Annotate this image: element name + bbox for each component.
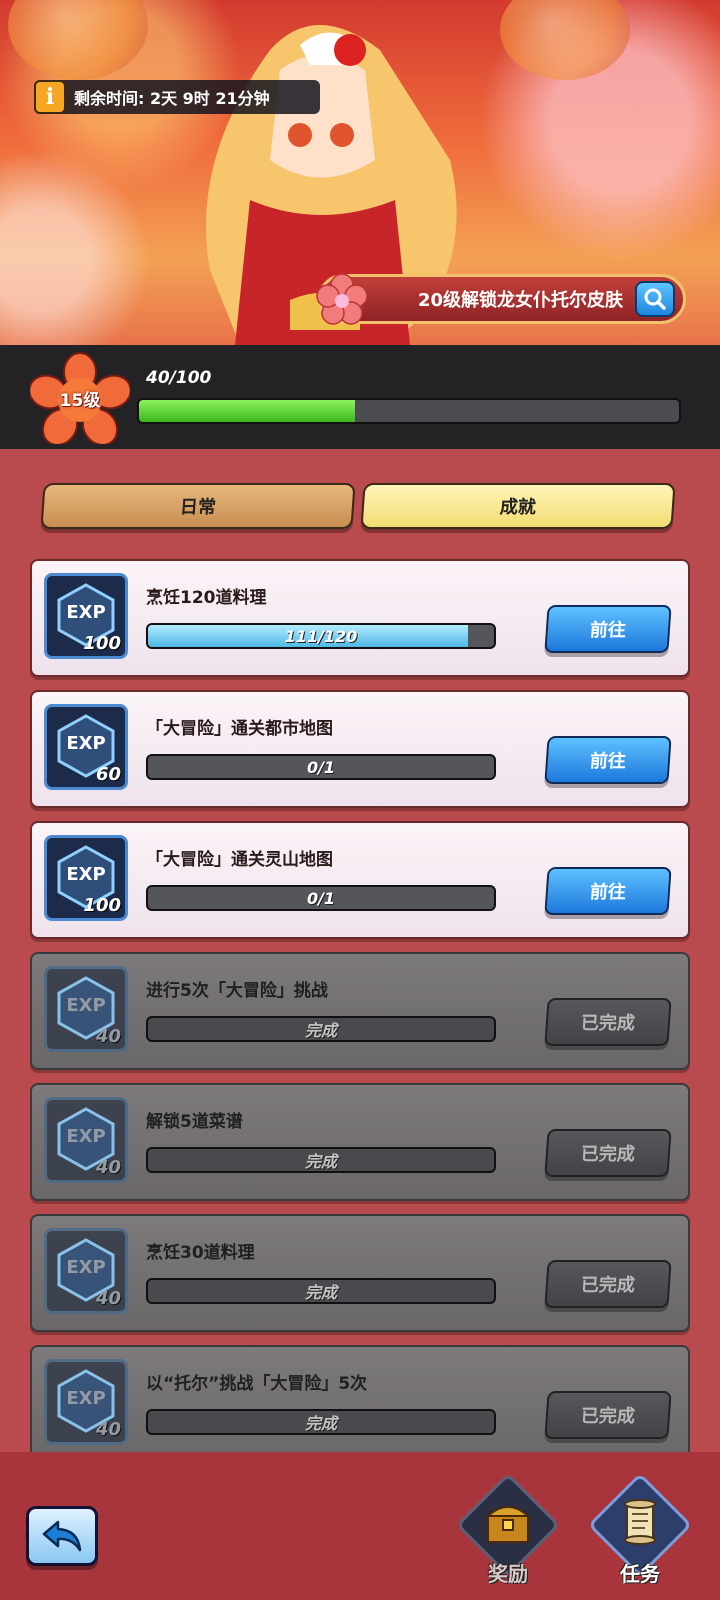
tab-daily[interactable]: 日常 <box>40 483 356 529</box>
task-title: 解锁5道菜谱 <box>146 1112 243 1132</box>
back-arrow-icon <box>42 1520 82 1552</box>
level-progress-bar <box>137 398 681 424</box>
exp-reward-icon: EXP 100 <box>44 573 128 659</box>
task-progress-bar: 完成 <box>146 1147 496 1173</box>
task-progress-text: 完成 <box>304 1414 337 1433</box>
exp-label: EXP <box>66 733 106 754</box>
completed-button: 已完成 <box>544 1391 672 1439</box>
exp-label: EXP <box>66 995 106 1016</box>
nav-rewards-label: 奖励 <box>488 1562 528 1586</box>
task-row: EXP 100 烹饪120道料理 111/120 前往 <box>30 559 690 677</box>
treasure-chest-icon <box>485 1506 531 1543</box>
back-button[interactable] <box>26 1506 98 1566</box>
task-tabs: 日常 成就 <box>40 483 678 531</box>
info-icon[interactable]: i <box>34 80 66 114</box>
task-progress-bar: 111/120 <box>146 623 496 649</box>
nav-rewards[interactable]: 奖励 <box>453 1472 563 1600</box>
remaining-time-text: 剩余时间: 2天 9时 21分钟 <box>74 89 270 108</box>
exp-reward-icon: EXP 60 <box>44 704 128 790</box>
search-icon <box>644 288 666 310</box>
task-progress-text: 完成 <box>304 1152 337 1171</box>
task-progress-text: 111/120 <box>284 626 358 646</box>
tab-achievement[interactable]: 成就 <box>360 483 676 529</box>
exp-reward-icon: EXP 100 <box>44 835 128 921</box>
task-row: EXP 40 烹饪30道料理 完成 已完成 <box>30 1214 690 1332</box>
exp-reward-value: 40 <box>95 1288 121 1309</box>
go-button[interactable]: 前往 <box>544 605 672 653</box>
skin-unlock-banner: 20级解锁龙女仆托尔皮肤 <box>316 273 686 325</box>
task-title: 「大冒险」通关灵山地图 <box>146 850 333 870</box>
exp-label: EXP <box>66 602 106 623</box>
task-title: 「大冒险」通关都市地图 <box>146 719 333 739</box>
task-progress-text: 0/1 <box>306 888 336 908</box>
exp-reward-icon: EXP 40 <box>44 966 128 1052</box>
task-progress-bar: 完成 <box>146 1409 496 1435</box>
completed-button: 已完成 <box>544 1260 672 1308</box>
exp-count: 40/100 <box>146 368 212 388</box>
exp-reward-value: 100 <box>83 633 121 654</box>
task-progress-text: 0/1 <box>306 757 336 777</box>
exp-reward-icon: EXP 40 <box>44 1359 128 1445</box>
task-list[interactable]: EXP 100 烹饪120道料理 111/120 前往 EXP 60 「大冒险」… <box>30 559 690 1452</box>
nav-tasks[interactable]: 任务 <box>585 1472 695 1600</box>
task-progress-bar: 完成 <box>146 1016 496 1042</box>
task-progress-bar: 0/1 <box>146 754 496 780</box>
task-title: 进行5次「大冒险」挑战 <box>146 981 328 1001</box>
remaining-time: i 剩余时间: 2天 9时 21分钟 <box>34 80 320 114</box>
scroll-icon <box>624 1499 656 1545</box>
task-progress-bar: 完成 <box>146 1278 496 1304</box>
exp-reward-value: 40 <box>95 1026 121 1047</box>
lantern-decoration <box>500 0 630 80</box>
exp-reward-value: 100 <box>83 895 121 916</box>
task-progress-text: 完成 <box>304 1283 337 1302</box>
lantern-decoration <box>8 0 148 80</box>
go-button[interactable]: 前往 <box>544 736 672 784</box>
task-row: EXP 40 以“托尔”挑战「大冒险」5次 完成 已完成 <box>30 1345 690 1452</box>
exp-reward-value: 40 <box>95 1157 121 1178</box>
exp-label: EXP <box>66 1257 106 1278</box>
exp-reward-value: 40 <box>95 1419 121 1440</box>
task-row: EXP 100 「大冒险」通关灵山地图 0/1 前往 <box>30 821 690 939</box>
exp-label: EXP <box>66 1388 106 1409</box>
exp-reward-value: 60 <box>95 764 121 785</box>
task-row: EXP 60 「大冒险」通关都市地图 0/1 前往 <box>30 690 690 808</box>
task-progress-text: 完成 <box>304 1021 337 1040</box>
skin-unlock-text: 20级解锁龙女仆托尔皮肤 <box>417 290 623 311</box>
event-banner: i 剩余时间: 2天 9时 21分钟 20级解锁龙女仆托尔皮肤 <box>0 0 720 345</box>
task-row: EXP 40 进行5次「大冒险」挑战 完成 已完成 <box>30 952 690 1070</box>
level-progress-fill <box>139 400 355 422</box>
exp-label: EXP <box>66 864 106 885</box>
exp-reward-icon: EXP 40 <box>44 1228 128 1314</box>
task-row: EXP 40 解锁5道菜谱 完成 已完成 <box>30 1083 690 1201</box>
go-button[interactable]: 前往 <box>544 867 672 915</box>
task-title: 以“托尔”挑战「大冒险」5次 <box>146 1374 368 1394</box>
nav-tasks-label: 任务 <box>620 1562 660 1586</box>
level-label: 15级 <box>59 390 101 411</box>
task-title: 烹饪30道料理 <box>146 1243 255 1263</box>
sakura-icon <box>316 273 368 325</box>
completed-button: 已完成 <box>544 998 672 1046</box>
preview-skin-button[interactable] <box>635 281 675 317</box>
completed-button: 已完成 <box>544 1129 672 1177</box>
task-title: 烹饪120道料理 <box>146 588 267 608</box>
exp-reward-icon: EXP 40 <box>44 1097 128 1183</box>
task-progress-bar: 0/1 <box>146 885 496 911</box>
exp-label: EXP <box>66 1126 106 1147</box>
